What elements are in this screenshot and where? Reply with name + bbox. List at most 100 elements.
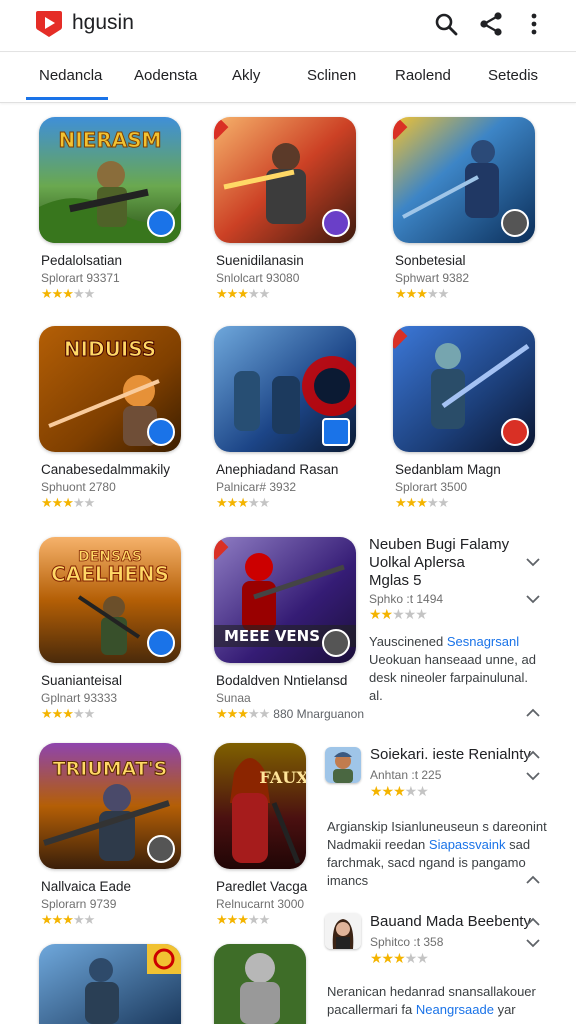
category-tabs: Nedancla Aodensta Akly Sclinen Raolend S…	[0, 53, 576, 103]
app-name: Paredlet Vacga	[216, 879, 308, 894]
rating-stars: ★★★★★	[41, 495, 95, 510]
app-thumbnail[interactable]	[214, 944, 306, 1024]
rating-stars: ★★★★★	[370, 783, 429, 799]
app-name: Pedalolsatian	[41, 253, 123, 268]
app-name: Canabesedalmmakily	[41, 462, 171, 477]
chevron-up-icon[interactable]	[526, 917, 540, 927]
chevron-up-icon[interactable]	[526, 875, 540, 885]
rating-stars: ★★★★★	[41, 286, 95, 301]
side-description: Argianskip Isianluneuseun s dareonint Na…	[327, 818, 549, 890]
tab-akly[interactable]: Akly	[232, 67, 260, 84]
app-extra-text: 880 Mnarguanon	[273, 707, 365, 721]
more-vert-icon[interactable]	[521, 11, 547, 37]
side-item-subtitle: Anhtan :t 225	[370, 768, 442, 782]
tab-nedancla[interactable]: Nedancla	[39, 67, 102, 84]
chevron-down-icon[interactable]	[526, 557, 540, 567]
app-subtitle: Sunaa	[216, 691, 251, 705]
app-subtitle: Snlolcart 93080	[216, 271, 300, 285]
tab-setedis[interactable]: Setedis	[488, 67, 538, 84]
app-subtitle: Gplnart 93333	[41, 691, 118, 705]
app-header: hgusin	[0, 0, 576, 52]
tab-aodensta[interactable]: Aodensta	[134, 67, 197, 84]
side-item-thumbnail[interactable]	[325, 747, 361, 783]
chevron-down-icon[interactable]	[526, 938, 540, 948]
app-subtitle: Sphuont 2780	[41, 480, 116, 494]
app-title: hgusin	[72, 11, 134, 34]
side-description: Neranican hedanrad snansallakouer pacall…	[327, 983, 549, 1019]
side-item-title-line: Neuben Bugi Falamy	[369, 536, 510, 553]
rating-stars: ★★★★★	[395, 286, 449, 301]
app-subtitle: Splorarn 9739	[41, 897, 117, 911]
app-name: Anephiadand Rasan	[216, 462, 339, 477]
thumb-title-text: NIDUISS	[64, 337, 156, 361]
thumb-title-text: FAUX	[259, 768, 306, 787]
side-item-title[interactable]: Neuben Bugi Falamy Uolkal Aplersa Mglas …	[369, 536, 509, 590]
desc-text: yar	[497, 1002, 516, 1017]
tab-raolend[interactable]: Raolend	[395, 67, 451, 84]
app-thumbnail[interactable]: DENSAS CAELHENS	[39, 537, 181, 663]
edit-badge-icon	[501, 418, 529, 446]
app-name: Sonbetesial	[395, 253, 466, 268]
rating-stars: ★★★★★	[370, 950, 429, 966]
edit-badge-icon	[501, 209, 529, 237]
app-name: Suenidilanasin	[216, 253, 304, 268]
app-name: Nallvaica Eade	[41, 879, 132, 894]
app-subtitle: Relnucarnt 3000	[216, 897, 305, 911]
rating-stars: ★★★★★	[369, 606, 428, 622]
desc-text: Yauscinened	[369, 634, 444, 649]
chevron-up-icon[interactable]	[526, 708, 540, 718]
side-item-title[interactable]: Soiekari. ieste Renialnty	[370, 746, 531, 764]
bookmark-badge-icon	[322, 418, 350, 446]
edit-badge-icon	[322, 629, 350, 657]
app-subtitle: Sphwart 9382	[395, 271, 470, 285]
side-item-title-line: Mglas 5	[369, 572, 422, 589]
youtube-play-logo[interactable]	[34, 8, 64, 38]
side-item-subtitle: Sphko :t 1494	[369, 592, 444, 606]
edit-badge-icon	[147, 629, 175, 657]
rating-stars: ★★★★★	[41, 912, 95, 927]
side-item-title[interactable]: Bauand Mada Beebenty	[370, 913, 531, 931]
chevron-up-icon[interactable]	[526, 750, 540, 760]
thumb-title-text: MEEE VENS	[224, 627, 320, 645]
rating-stars: ★★★★★	[216, 286, 270, 301]
app-name: Suanianteisal	[41, 673, 123, 688]
rating-stars: ★★★★★	[216, 495, 270, 510]
app-name: Sedanblam Magn	[395, 462, 501, 477]
app-subtitle: Splorart 93371	[41, 271, 120, 285]
thumb-title-text: CAELHENS	[51, 562, 169, 586]
edit-badge-icon	[322, 209, 350, 237]
share-icon[interactable]	[478, 11, 504, 37]
side-item-thumbnail[interactable]	[325, 913, 361, 949]
edit-badge-icon	[147, 835, 175, 863]
search-icon[interactable]	[433, 11, 459, 37]
tab-sclinen[interactable]: Sclinen	[307, 67, 356, 84]
app-thumbnail[interactable]: NIDUISS	[39, 326, 181, 452]
app-thumbnail[interactable]: MEEE VENS	[214, 537, 356, 663]
edit-badge-icon	[147, 209, 175, 237]
app-thumbnail[interactable]	[214, 326, 356, 452]
side-description: Yauscinened Sesnagrsanl Ueokuan hanseaad…	[369, 633, 541, 705]
desc-link[interactable]: Sesnagrsanl	[447, 634, 519, 649]
rating-stars: ★★★★★ 880 Mnarguanon	[216, 706, 365, 721]
app-thumbnail[interactable]	[39, 944, 181, 1024]
app-thumbnail[interactable]: FAUX	[214, 743, 306, 869]
app-thumbnail[interactable]	[393, 326, 535, 452]
app-thumbnail[interactable]: NIERASM	[39, 117, 181, 243]
app-thumbnail[interactable]	[393, 117, 535, 243]
desc-text: Ueokuan hanseaad unne, ad desk nineoler …	[369, 652, 536, 703]
chevron-down-icon[interactable]	[526, 594, 540, 604]
desc-link[interactable]: Siapassvaink	[429, 837, 506, 852]
side-item-subtitle: Sphitco :t 358	[370, 935, 444, 949]
active-tab-indicator	[26, 97, 108, 100]
app-thumbnail[interactable]	[214, 117, 356, 243]
app-name: Bodaldven Nntielansd	[216, 673, 348, 688]
thumb-title-text: TRIUMAT'S	[53, 758, 168, 780]
thumb-title-text: NIERASM	[58, 128, 161, 152]
rating-stars: ★★★★★	[395, 495, 449, 510]
rating-stars: ★★★★★	[216, 912, 270, 927]
chevron-down-icon[interactable]	[526, 771, 540, 781]
app-thumbnail[interactable]: TRIUMAT'S	[39, 743, 181, 869]
desc-link[interactable]: Neangrsaade	[416, 1002, 494, 1017]
rating-stars: ★★★★★	[41, 706, 95, 721]
app-subtitle: Splorart 3500	[395, 480, 468, 494]
